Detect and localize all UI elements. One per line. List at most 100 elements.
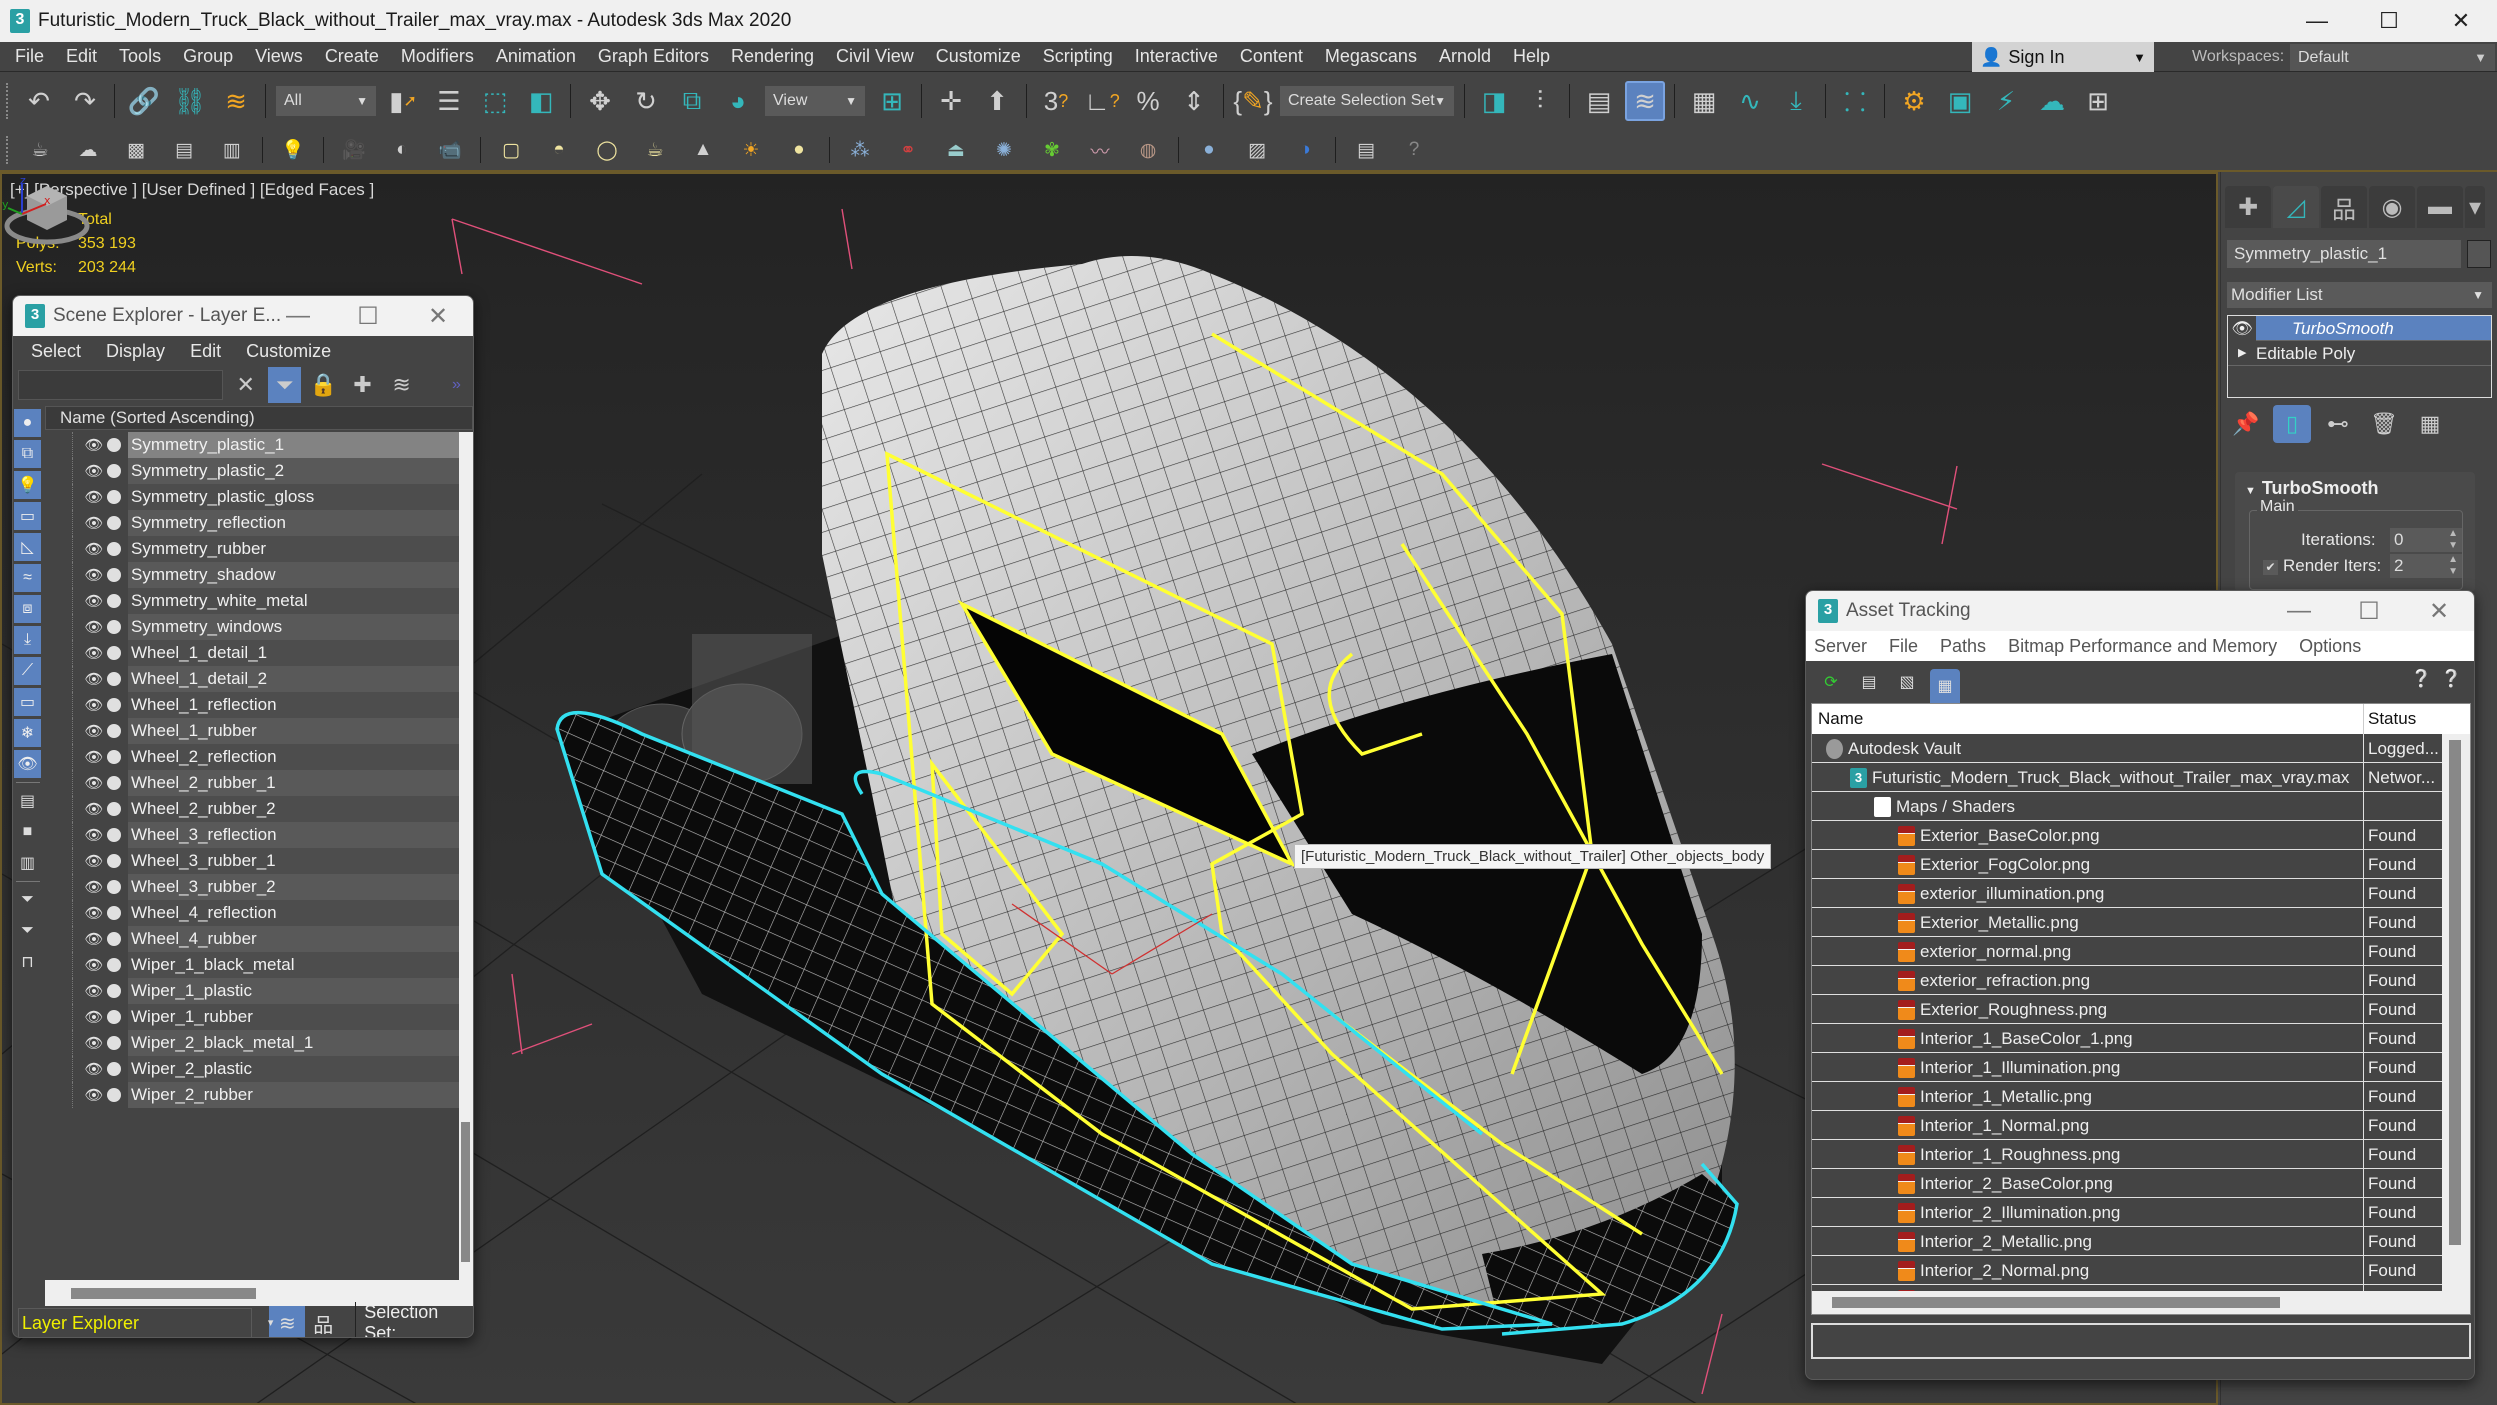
- vray-plane-icon[interactable]: ⏏: [940, 134, 972, 166]
- render-toggle-icon[interactable]: [107, 698, 121, 712]
- render-toggle-icon[interactable]: [107, 464, 121, 478]
- render-setup-icon[interactable]: ⚙: [1894, 81, 1934, 121]
- menu-graph-editors[interactable]: Graph Editors: [587, 46, 720, 67]
- display-tab-icon[interactable]: ▬: [2417, 186, 2463, 228]
- make-unique-icon[interactable]: ⊷: [2319, 405, 2357, 443]
- select-object-icon[interactable]: ▮ ➚: [383, 81, 423, 121]
- scale-icon[interactable]: ⧉: [672, 81, 712, 121]
- scrollbar-thumb[interactable]: [71, 1288, 256, 1299]
- scene-object-row[interactable]: 👁 Wiper_1_rubber: [45, 1004, 459, 1030]
- visibility-eye-icon[interactable]: 👁: [83, 774, 105, 792]
- visibility-eye-icon[interactable]: 👁: [83, 592, 105, 610]
- dome-light-icon[interactable]: ◓: [543, 134, 575, 166]
- render-toggle-icon[interactable]: [107, 438, 121, 452]
- vray-sphere-fade-icon[interactable]: ◍: [1132, 134, 1164, 166]
- render-toggle-icon[interactable]: [107, 776, 121, 790]
- scene-object-row[interactable]: 👁 Wheel_1_reflection: [45, 692, 459, 718]
- menu-views[interactable]: Views: [244, 46, 314, 67]
- select-by-name-icon[interactable]: ☰: [429, 81, 469, 121]
- se-menu-select[interactable]: Select: [31, 341, 81, 362]
- help-icon[interactable]: ?: [1398, 134, 1430, 166]
- scene-object-row[interactable]: 👁 Symmetry_shadow: [45, 562, 459, 588]
- render-toggle-icon[interactable]: [107, 646, 121, 660]
- scene-object-row[interactable]: 👁 Wheel_1_detail_2: [45, 666, 459, 692]
- visibility-eye-icon[interactable]: 👁: [83, 436, 105, 454]
- spinner-arrows-icon[interactable]: ▲ ▼: [2448, 554, 2458, 578]
- scene-object-row[interactable]: 👁 Wiper_2_plastic: [45, 1056, 459, 1082]
- at-menu-file[interactable]: File: [1889, 636, 1918, 657]
- stack-item-turbosmooth[interactable]: 👁 TurboSmooth: [2228, 316, 2491, 341]
- refresh-icon[interactable]: ⟳: [1816, 667, 1846, 697]
- column-header-status[interactable]: Status: [2364, 704, 2442, 734]
- asset-row[interactable]: Interior_1_Normal.png Found: [1812, 1111, 2442, 1140]
- render-iters-spinner[interactable]: 2 ▲ ▼: [2390, 554, 2462, 578]
- render-toggle-icon[interactable]: [107, 1062, 121, 1076]
- asset-row[interactable]: Maps / Shaders: [1812, 792, 2442, 821]
- render-toggle-icon[interactable]: [107, 672, 121, 686]
- scene-explorer-icon[interactable]: ▤: [1579, 81, 1619, 121]
- asset-row[interactable]: 3 Futuristic_Modern_Truck_Black_without_T…: [1812, 763, 2442, 792]
- display-none-icon[interactable]: ■: [14, 818, 41, 846]
- asset-path-status-field[interactable]: [1811, 1323, 2471, 1359]
- scene-object-row[interactable]: 👁 Symmetry_plastic_gloss: [45, 484, 459, 510]
- asset-row[interactable]: Interior_1_Illumination.png Found: [1812, 1053, 2442, 1082]
- keyboard-shortcut-override-icon[interactable]: ⬆: [977, 81, 1017, 121]
- move-icon[interactable]: ✥: [580, 81, 620, 121]
- vertical-scrollbar[interactable]: [2442, 734, 2470, 1292]
- hierarchy-tab-icon[interactable]: 品: [2321, 186, 2367, 228]
- vray-log-icon[interactable]: ▤: [1350, 134, 1382, 166]
- sort-by-layers-icon[interactable]: ≋: [269, 1306, 306, 1337]
- render-production-icon[interactable]: ⚡: [1986, 81, 2026, 121]
- remove-modifier-icon[interactable]: 🗑: [2365, 405, 2403, 443]
- scene-object-row[interactable]: 👁 Wiper_1_plastic: [45, 978, 459, 1004]
- maximize-button[interactable]: ☐: [2353, 0, 2425, 42]
- show-end-result-icon[interactable]: ▯: [2273, 405, 2311, 443]
- toolbar-grip[interactable]: [6, 136, 10, 164]
- minimize-button[interactable]: —: [263, 296, 333, 336]
- render-toggle-icon[interactable]: [107, 906, 121, 920]
- asset-row[interactable]: exterior_illumination.png Found: [1812, 879, 2442, 908]
- visibility-eye-icon[interactable]: 👁: [83, 488, 105, 506]
- sun-light-icon[interactable]: ☀: [735, 134, 767, 166]
- column-header-name[interactable]: Name (Sorted Ascending): [45, 406, 473, 430]
- close-button[interactable]: ✕: [2404, 591, 2474, 631]
- align-icon[interactable]: ⫶: [1520, 81, 1560, 121]
- filter-toggle-icon[interactable]: ⏷: [14, 917, 41, 945]
- panel-settings-icon[interactable]: ▥: [216, 134, 248, 166]
- at-menu-options[interactable]: Options: [2299, 636, 2361, 657]
- scene-object-row[interactable]: 👁 Wheel_1_rubber: [45, 718, 459, 744]
- vray-molecule-icon[interactable]: ⚭: [892, 134, 924, 166]
- render-iters-checkbox[interactable]: ✔: [2263, 560, 2278, 575]
- rotate-icon[interactable]: ↻: [626, 81, 666, 121]
- window-crossing-icon[interactable]: ◧: [521, 81, 561, 121]
- vray-clipper-icon[interactable]: ✺: [988, 134, 1020, 166]
- display-geometry-icon[interactable]: ●: [14, 409, 41, 437]
- schematic-view-icon[interactable]: ⸬: [1835, 81, 1875, 121]
- display-hidden-icon[interactable]: 👁: [14, 750, 41, 778]
- manipulate-icon[interactable]: ✛: [931, 81, 971, 121]
- visibility-eye-icon[interactable]: 👁: [83, 930, 105, 948]
- container-icon[interactable]: ⊓: [14, 948, 41, 976]
- maximize-button[interactable]: ☐: [2334, 591, 2404, 631]
- visibility-eye-icon[interactable]: 👁: [83, 1034, 105, 1052]
- maximize-button[interactable]: ☐: [333, 296, 403, 336]
- menu-megascans[interactable]: Megascans: [1314, 46, 1428, 67]
- more-icon[interactable]: »: [440, 367, 473, 403]
- modify-tab-icon[interactable]: ◿: [2273, 186, 2319, 228]
- asset-row[interactable]: Interior_1_Metallic.png Found: [1812, 1082, 2442, 1111]
- vfb-icon[interactable]: ◑: [1289, 134, 1321, 166]
- ambient-light-icon[interactable]: ●: [783, 134, 815, 166]
- display-containers-icon[interactable]: ▭: [14, 688, 41, 716]
- mesh-light-icon[interactable]: ☕: [639, 134, 671, 166]
- menu-interactive[interactable]: Interactive: [1124, 46, 1229, 67]
- visibility-eye-icon[interactable]: 👁: [83, 878, 105, 896]
- reference-coordinate-dropdown[interactable]: View ▼: [765, 86, 865, 116]
- visibility-eye-icon[interactable]: 👁: [83, 748, 105, 766]
- column-header-name[interactable]: Name: [1812, 704, 2364, 734]
- visibility-eye-icon[interactable]: 👁: [83, 540, 105, 558]
- scene-object-row[interactable]: 👁 Wiper_2_black_metal_1: [45, 1030, 459, 1056]
- light-lister-icon[interactable]: 💡: [277, 134, 309, 166]
- render-toggle-icon[interactable]: [107, 594, 121, 608]
- render-toggle-icon[interactable]: [107, 880, 121, 894]
- expand-arrow-icon[interactable]: ▶: [2238, 341, 2246, 366]
